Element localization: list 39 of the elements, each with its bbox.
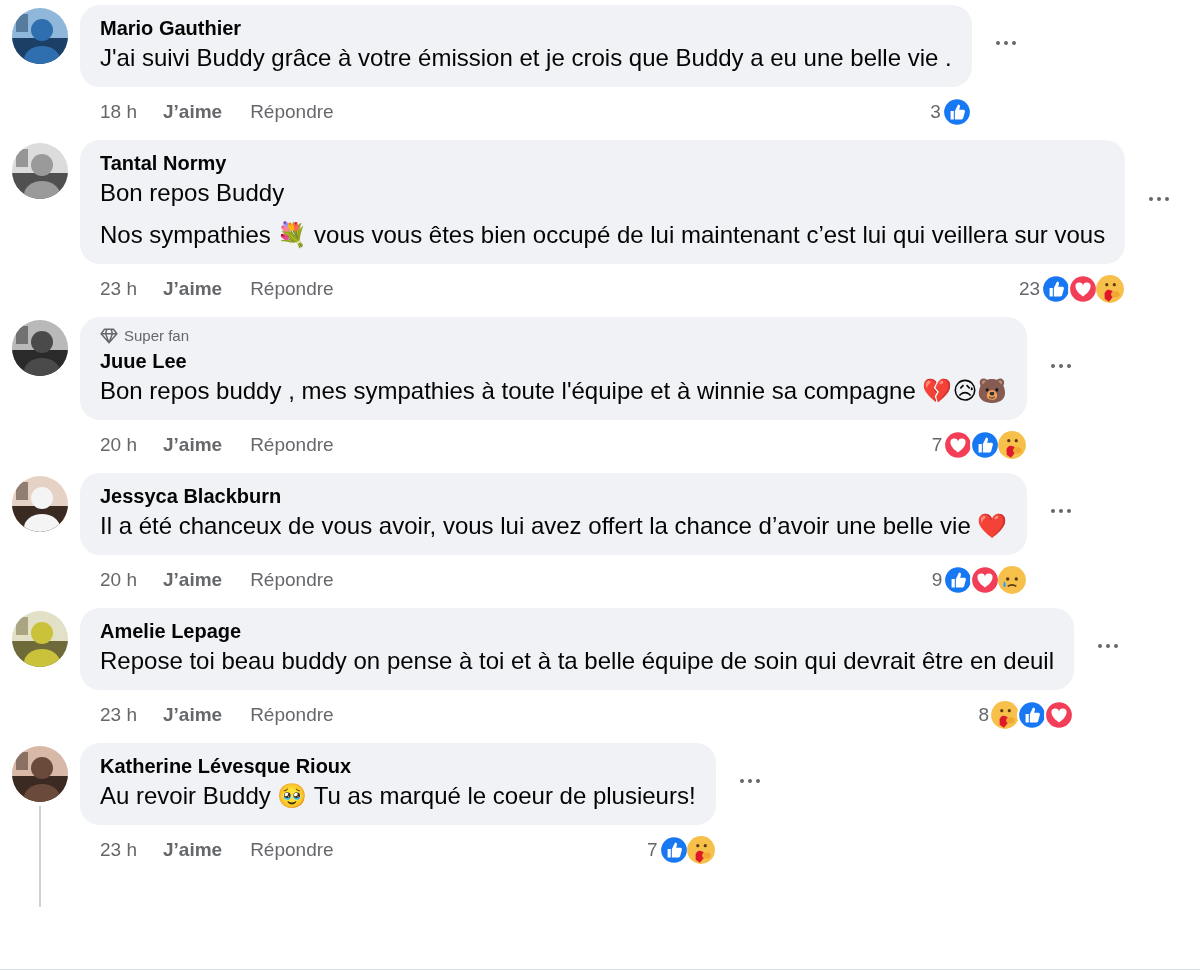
reply-link[interactable]: Répondre [250,101,334,123]
comment-text: Bon repos buddy , mes sympathies à toute l'équipe et à winnie sa compagne 💔😥🐻 [100,376,1008,406]
timestamp[interactable]: 23 h [100,278,137,300]
comment-text: Il a été chanceux de vous avoir, vous lui avez offert la chance d’avoir une belle vie ❤ [100,511,1008,541]
author-name[interactable]: Mario Gauthier [100,15,952,41]
comment-text: Nos sympathies 💐 vous vous êtes bien occupé de lui maintenant c’est lui qui veillera sur vous [100,220,1106,251]
timestamp[interactable]: 20 h [100,434,137,456]
like-link[interactable]: J’aime [163,434,223,456]
reply-link[interactable]: Répondre [250,704,334,726]
diamond-icon [100,327,118,344]
reaction-count[interactable]: 23 [1019,278,1041,300]
timestamp[interactable]: 18 h [100,101,137,123]
timestamp[interactable]: 20 h [100,569,137,591]
reply-link[interactable]: Répondre [250,569,334,591]
reaction-count[interactable]: 3 [930,101,941,123]
comment-text: Bon repos Buddy [100,178,286,208]
badge-label: Super fan [124,327,190,344]
like-link[interactable]: J’aime [163,704,223,726]
author-name[interactable]: Katherine Lévesque Rioux [100,753,696,779]
comment-text: Au revoir Buddy 🥹 Tu as marqué le coeur de plusieurs! [100,781,696,811]
like-link[interactable]: J’aime [163,278,223,300]
reply-link[interactable]: Répondre [250,839,334,861]
like-link[interactable]: J’aime [163,839,223,861]
reaction-count[interactable]: 7 [931,434,943,456]
author-name[interactable]: Tantal Normy [100,150,1106,176]
like-link[interactable]: J’aime [163,569,223,591]
reaction-count[interactable]: 7 [647,839,658,861]
author-name[interactable]: Jessyca Blackburn [100,483,1008,509]
timestamp[interactable]: 23 h [100,839,137,861]
author-name[interactable]: Amelie Lepage [100,618,1055,644]
author-name[interactable]: Juue Lee [100,348,1008,374]
reaction-count[interactable]: 8 [978,704,990,726]
comment-text: Repose toi beau buddy on pense à toi et à ta belle équipe de soin qui devrait être en deuil [100,646,1055,676]
reply-link[interactable]: Répondre [250,434,334,456]
like-link[interactable]: J’aime [163,101,223,123]
timestamp[interactable]: 23 h [100,704,137,726]
reaction-count[interactable]: 9 [931,569,943,591]
reply-link[interactable]: Répondre [250,278,334,300]
comment-text: J'ai suivi Buddy grâce à votre émission et je crois que Buddy a eu une belle vie . [100,43,952,73]
